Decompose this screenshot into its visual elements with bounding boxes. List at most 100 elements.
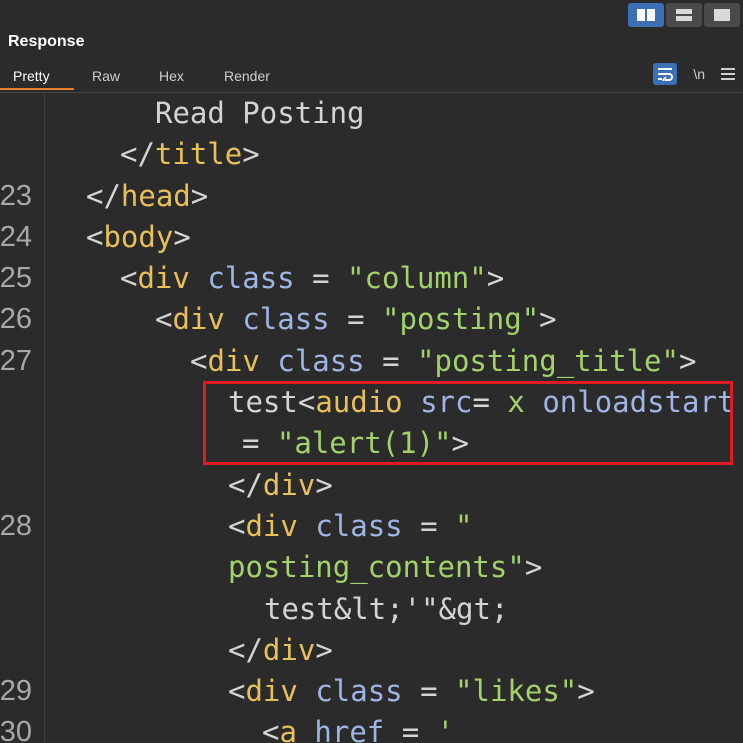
code-token: class	[315, 674, 403, 709]
code-token: posting_contents"	[228, 550, 525, 585]
code-token: div	[262, 632, 316, 667]
panel-title: Response	[8, 33, 85, 50]
code-token: </	[228, 632, 263, 667]
code-token: div	[207, 343, 260, 378]
split-vertical-layout-button[interactable]	[666, 3, 702, 27]
code-token: test&lt;'"&gt;	[264, 591, 509, 626]
code-text: posting_contents">	[228, 547, 542, 588]
code-token: =	[364, 343, 418, 378]
code-token: div	[172, 302, 225, 337]
code-token: title	[154, 137, 243, 172]
code-token: div	[137, 261, 190, 296]
code-token: >	[539, 302, 557, 337]
code-token: <	[120, 261, 138, 296]
code-token: <	[228, 508, 246, 543]
code-token: "likes"	[455, 674, 578, 709]
code-text: <div class = "posting_title">	[190, 341, 696, 382]
split-horizontal-layout-button[interactable]	[628, 3, 664, 27]
code-token: =	[402, 674, 456, 709]
code-text: <div class = "	[228, 506, 473, 547]
tab-hex[interactable]: Hex	[141, 62, 206, 90]
code-token: </	[86, 178, 121, 213]
line-number: 28	[0, 509, 32, 542]
line-number: 29	[0, 675, 32, 708]
code-text: test&lt;'"&gt;	[264, 589, 508, 630]
highlight-box	[203, 381, 733, 465]
code-token: div	[262, 467, 316, 502]
code-text: <div class = "column">	[120, 258, 504, 299]
line-number: 25	[0, 262, 32, 295]
gutter-divider	[44, 93, 45, 743]
code-token: "posting"	[382, 302, 540, 337]
line-number: 26	[0, 303, 32, 336]
code-text: <a href = '	[262, 712, 454, 743]
code-token: >	[678, 343, 697, 378]
code-token: div	[245, 674, 298, 709]
code-token: >	[190, 178, 209, 213]
editor-toolbar: \n	[653, 63, 735, 85]
response-editor[interactable]: Read Posting </title> 23 </head> 24 <body> 25 <…	[0, 93, 743, 743]
tab-render[interactable]: Render	[206, 62, 270, 90]
code-text: </title>	[120, 134, 260, 175]
single-pane-icon	[714, 9, 730, 21]
code-token: class	[277, 343, 365, 378]
code-token: >	[242, 137, 260, 172]
code-token: <	[262, 715, 280, 743]
code-token: href	[314, 715, 385, 743]
line-number: 30	[0, 716, 32, 743]
code-token: "	[455, 508, 473, 543]
view-tabs: Pretty Raw Hex Render	[0, 62, 743, 92]
code-token: >	[315, 467, 333, 502]
code-text: </div>	[228, 465, 333, 506]
code-token: <	[190, 343, 208, 378]
code-token: =	[294, 261, 348, 296]
code-token: <	[155, 302, 173, 337]
line-number: 24	[0, 220, 32, 253]
code-token: </	[120, 137, 155, 172]
rows-icon	[676, 9, 692, 21]
code-text: </div>	[228, 630, 333, 671]
layout-toggle	[628, 3, 740, 27]
code-text: <div class = "posting">	[155, 299, 557, 340]
columns-icon	[637, 9, 655, 21]
code-token: '	[436, 715, 455, 743]
code-text: <div class = "likes">	[228, 671, 595, 712]
code-token: class	[207, 261, 295, 296]
code-token: >	[577, 674, 595, 709]
show-newlines-button[interactable]: \n	[693, 66, 705, 82]
code-token: class	[242, 302, 330, 337]
code-token: class	[315, 508, 403, 543]
code-text: </head>	[86, 176, 208, 217]
tab-pretty[interactable]: Pretty	[0, 62, 74, 90]
code-token: "posting_title"	[417, 343, 679, 378]
code-token: >	[315, 632, 333, 667]
code-token: </	[228, 467, 263, 502]
code-token: <	[228, 674, 246, 709]
tab-raw[interactable]: Raw	[74, 62, 141, 90]
menu-button[interactable]	[721, 68, 735, 80]
word-wrap-icon	[658, 68, 674, 81]
code-token: >	[486, 261, 505, 296]
code-token: body	[103, 219, 174, 254]
code-token: Read Posting	[155, 96, 365, 130]
line-number: 23	[0, 179, 32, 212]
code-token: a	[279, 715, 297, 743]
line-number: 27	[0, 344, 32, 377]
code-token: div	[245, 508, 298, 543]
code-token: >	[173, 219, 191, 254]
code-token: <	[86, 219, 104, 254]
code-token: =	[402, 508, 456, 543]
word-wrap-button[interactable]	[653, 63, 678, 85]
code-token: >	[524, 550, 543, 585]
hamburger-menu-icon	[721, 68, 735, 80]
code-token: head	[120, 178, 191, 213]
single-pane-layout-button[interactable]	[704, 3, 740, 27]
code-text: Read Posting	[155, 93, 365, 134]
code-token: "column"	[347, 261, 487, 296]
